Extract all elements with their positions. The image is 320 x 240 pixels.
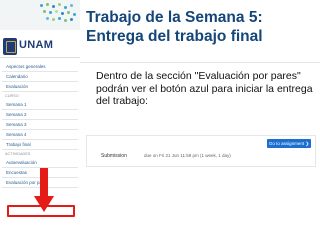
go-to-assignment-button[interactable]: Go to assignment ❯ xyxy=(267,139,311,148)
submission-toolbar: Go to assignment ❯ xyxy=(87,136,315,148)
page-title: Trabajo de la Semana 5: Entrega del trab… xyxy=(86,8,318,46)
submission-due-date: due on Fri 21 Jun 11:59 pm (1 week, 1 da… xyxy=(144,153,231,158)
header-banner xyxy=(0,0,80,30)
sidebar-item-semana-1[interactable]: Semana 1 xyxy=(2,100,78,110)
highlight-box xyxy=(7,205,75,217)
submission-label: Submission xyxy=(101,153,127,159)
submission-panel: Go to assignment ❯ Submission due on Fri… xyxy=(86,135,316,167)
unam-crest-icon xyxy=(3,38,17,55)
sidebar-item-trabajo-final[interactable]: Trabajo final xyxy=(2,140,78,150)
sidebar-item-semana-3[interactable]: Semana 3 xyxy=(2,120,78,130)
sidebar-item-semana-2[interactable]: Semana 2 xyxy=(2,110,78,120)
title-line-1: Trabajo de la Semana 5: xyxy=(86,9,263,26)
sidebar-item-aspectos[interactable]: Aspectos generales xyxy=(2,62,78,72)
instruction-text: Dentro de la sección "Evaluación por par… xyxy=(96,70,313,107)
divider xyxy=(80,62,320,63)
title-line-2: Entrega del trabajo final xyxy=(86,28,263,45)
sidebar-item-calendario[interactable]: Calendario xyxy=(2,72,78,82)
sidebar-item-autoevaluacion[interactable]: Autoevaluación xyxy=(2,158,78,168)
sidebar-section-curso: CURSO xyxy=(5,94,19,98)
decorative-dots-icon xyxy=(36,2,80,24)
embedded-screenshot: UNAM Aspectos generales Calendario Evalu… xyxy=(0,0,80,240)
unam-logo-row: UNAM xyxy=(0,36,80,58)
sidebar-item-evaluacion[interactable]: Evaluación xyxy=(2,82,78,92)
sidebar-item-semana-4[interactable]: Semana 4 xyxy=(2,130,78,140)
unam-logo-text: UNAM xyxy=(19,39,54,51)
sidebar-section-actividades: ACTIVIDADES xyxy=(5,152,31,156)
